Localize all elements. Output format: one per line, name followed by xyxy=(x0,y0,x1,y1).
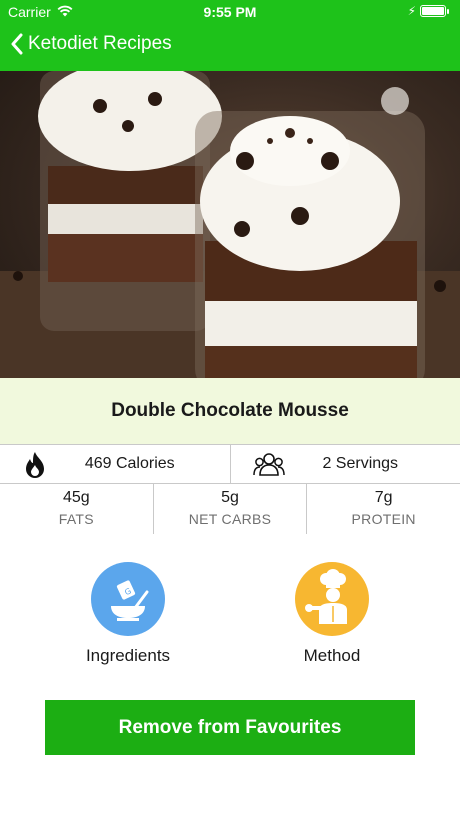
servings-stat: 2 Servings xyxy=(229,445,460,484)
back-button[interactable]: Ketodiet Recipes xyxy=(10,33,172,55)
ingredients-button[interactable]: G Ingredients xyxy=(58,562,198,666)
recipe-title: Double Chocolate Mousse xyxy=(111,400,349,421)
macro-protein: 7g PROTEIN xyxy=(306,484,460,534)
method-button[interactable]: Method xyxy=(262,562,402,666)
people-icon xyxy=(252,451,285,484)
macro-value: 5g xyxy=(221,489,239,506)
chevron-left-icon xyxy=(10,33,24,55)
flame-icon xyxy=(24,451,46,484)
charging-icon: ⚡ xyxy=(407,4,416,18)
recipe-actions: G Ingredients Method xyxy=(0,562,460,672)
battery-icon xyxy=(420,5,449,17)
recipe-title-band: Double Chocolate Mousse xyxy=(0,378,460,444)
status-bar: Carrier 9:55 PM ⚡ xyxy=(0,0,460,24)
macro-net-carbs: 5g NET CARBS xyxy=(152,484,307,534)
ingredients-label: Ingredients xyxy=(85,646,171,665)
macro-label: NET CARBS xyxy=(188,511,272,527)
macro-value: 7g xyxy=(374,489,393,506)
macro-label: PROTEIN xyxy=(351,511,416,527)
mixing-bowl-icon: G xyxy=(91,562,165,636)
macro-value: 45g xyxy=(62,489,90,506)
back-button-label: Ketodiet Recipes xyxy=(28,33,172,54)
macro-fats: 45g FATS xyxy=(0,484,153,534)
calories-stat: 469 Calories xyxy=(0,445,230,483)
status-time: 9:55 PM xyxy=(203,4,257,20)
top-bar: Carrier 9:55 PM ⚡ Ketodiet Recipes xyxy=(0,0,460,71)
recipe-photo xyxy=(0,71,460,378)
macro-label: FATS xyxy=(58,511,94,527)
method-label: Method xyxy=(303,646,361,665)
chef-icon xyxy=(295,562,369,636)
remove-from-favourites-button[interactable]: Remove from Favourites xyxy=(45,700,415,755)
macros-row: 45g FATS 5g NET CARBS 7g PROTEIN xyxy=(0,484,460,534)
recipe-stats: 469 Calories 2 Servings xyxy=(0,444,460,484)
